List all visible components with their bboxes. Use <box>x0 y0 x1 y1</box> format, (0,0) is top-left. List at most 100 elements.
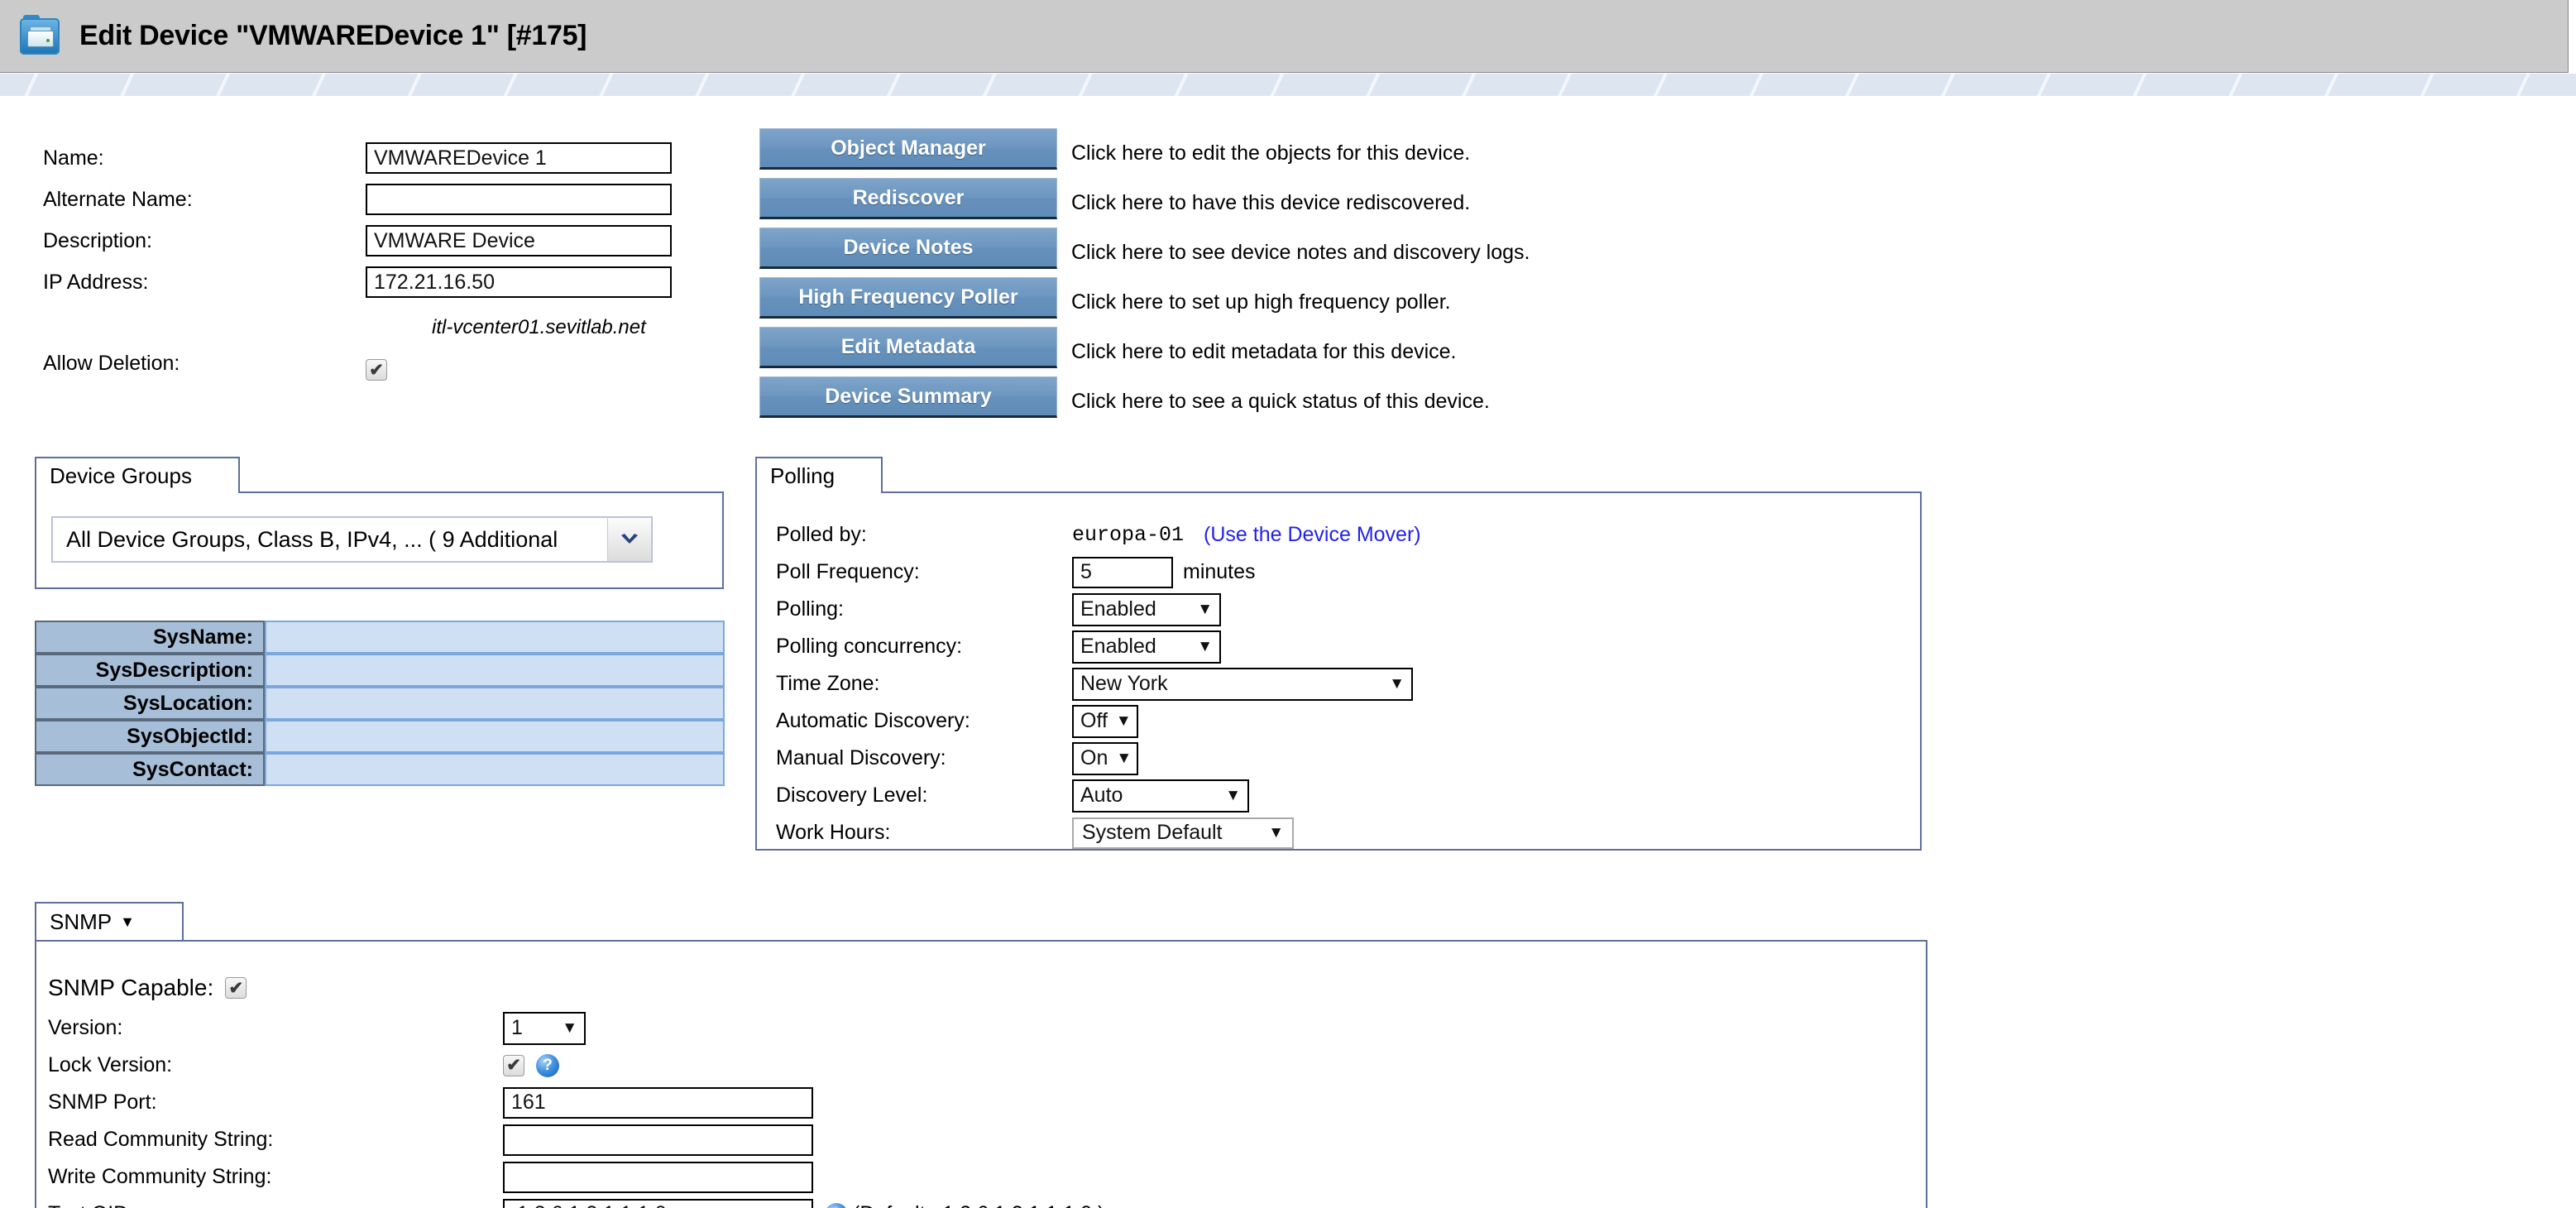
device-summary-button[interactable]: Device Summary <box>759 376 1057 418</box>
time-zone-select-value: New York <box>1080 672 1168 695</box>
automatic-discovery-select[interactable]: Off ▼ <box>1072 704 1138 738</box>
poll-frequency-input[interactable]: 5 <box>1072 556 1173 588</box>
ip-address-input[interactable]: 172.21.16.50 <box>366 266 672 298</box>
snmp-row-write-community: Write Community String: <box>48 1158 1104 1196</box>
device-mover-link[interactable]: (Use the Device Mover) <box>1204 523 1421 547</box>
snmp-row-port: SNMP Port: 161 <box>48 1084 1104 1121</box>
snmp-lock-version-checkbox[interactable]: ✔ <box>503 1054 524 1076</box>
manual-discovery-label: Manual Discovery: <box>776 746 946 769</box>
test-oid-default-note: (Default: .1.3.6.1.2.1.1.1.0 ) <box>853 1202 1104 1208</box>
snmp-row-lock-version: Lock Version: ✔ ? <box>48 1047 1104 1084</box>
polling-row-timezone: Time Zone: New York ▼ <box>776 665 1421 702</box>
rediscover-button[interactable]: Rediscover <box>759 178 1057 219</box>
snmp-row-test-oid: Test OID: .1.3.6.1.2.1.1.1.0 ? (Default:… <box>48 1196 1104 1208</box>
description-label: Description: <box>43 228 152 252</box>
polling-row-concurrency: Polling concurrency: Enabled ▼ <box>776 628 1421 665</box>
high-frequency-poller-description: Click here to set up high frequency poll… <box>1071 290 1451 314</box>
device-notes-description: Click here to see device notes and disco… <box>1071 240 1530 264</box>
device-summary-description: Click here to see a quick status of this… <box>1071 389 1490 413</box>
edit-metadata-description: Click here to edit metadata for this dev… <box>1071 339 1457 363</box>
ip-address-label: IP Address: <box>43 270 149 294</box>
snmp-capable-checkbox[interactable]: ✔ <box>225 977 247 999</box>
device-notes-button[interactable]: Device Notes <box>759 228 1057 269</box>
write-community-input[interactable] <box>503 1161 813 1193</box>
work-hours-label: Work Hours: <box>776 821 891 844</box>
alternate-name-input[interactable] <box>366 184 672 215</box>
device-groups-tab[interactable]: Device Groups <box>35 457 240 493</box>
allow-deletion-checkbox[interactable]: ✔ <box>366 359 387 381</box>
device-groups-selected-value: All Device Groups, Class B, IPv4, ... ( … <box>52 517 608 562</box>
table-row: SysName: <box>35 621 725 654</box>
window-titlebar: Edit Device "VMWAREDevice 1" [#175] <box>0 0 2569 73</box>
form-row-allow-deletion: Allow Deletion: ✔ <box>43 303 672 381</box>
form-row-alternate-name: Alternate Name: <box>43 179 672 220</box>
high-frequency-poller-button[interactable]: High Frequency Poller <box>759 277 1057 319</box>
polling-row-work-hours: Work Hours: System Default ▼ <box>776 814 1421 851</box>
syscontact-key: SysContact: <box>35 753 265 786</box>
form-row-description: Description: VMWARE Device <box>43 220 672 261</box>
polling-row-polling: Polling: Enabled ▼ <box>776 591 1421 628</box>
sysname-key: SysName: <box>35 621 265 654</box>
table-row: SysContact: <box>35 753 725 786</box>
polled-by-value: europa-01 <box>1072 523 1185 547</box>
snmp-row-capable: SNMP Capable: ✔ <box>48 966 1104 1009</box>
polling-select[interactable]: Enabled ▼ <box>1072 592 1221 626</box>
test-oid-label: Test OID: <box>48 1202 503 1208</box>
polling-concurrency-select-value: Enabled <box>1080 635 1156 658</box>
name-input[interactable]: VMWAREDevice 1 <box>366 142 672 174</box>
chevron-down-icon: ▼ <box>1389 675 1405 693</box>
chevron-down-icon: ▼ <box>1197 601 1213 618</box>
syslocation-key: SysLocation: <box>35 687 265 720</box>
table-row: SysDescription: <box>35 654 725 687</box>
polling-concurrency-select[interactable]: Enabled ▼ <box>1072 630 1221 664</box>
time-zone-select[interactable]: New York ▼ <box>1072 667 1413 701</box>
name-label: Name: <box>43 146 104 170</box>
sysobjectid-value <box>265 720 725 753</box>
snmp-row-version: Version: 1 ▼ <box>48 1009 1104 1047</box>
snmp-capable-label: SNMP Capable: <box>48 975 214 1000</box>
discovery-level-select[interactable]: Auto ▼ <box>1072 779 1249 813</box>
work-hours-select[interactable]: System Default ▼ <box>1072 817 1294 849</box>
sysdescription-value <box>265 654 725 687</box>
help-icon[interactable]: ? <box>536 1053 559 1077</box>
snmp-port-input[interactable]: 161 <box>503 1086 813 1119</box>
object-manager-button[interactable]: Object Manager <box>759 128 1057 170</box>
discovery-level-label: Discovery Level: <box>776 784 928 807</box>
device-action-buttons: Object Manager Rediscover Device Notes H… <box>759 128 1057 426</box>
decorative-banner-strip <box>0 74 2576 96</box>
polling-row-discovery-level: Discovery Level: Auto ▼ <box>776 777 1421 814</box>
chevron-down-icon: ▼ <box>1116 750 1132 767</box>
polling-row-frequency: Poll Frequency: 5 minutes <box>776 554 1421 591</box>
form-row-ip-address: IP Address: 172.21.16.50 <box>43 261 672 303</box>
chevron-down-icon[interactable] <box>608 517 652 562</box>
read-community-input[interactable] <box>503 1124 813 1156</box>
snmp-tab[interactable]: SNMP ▼ <box>35 902 184 940</box>
snmp-version-label: Version: <box>48 1016 123 1039</box>
alternate-name-label: Alternate Name: <box>43 187 193 211</box>
syslocation-value <box>265 687 725 720</box>
description-input[interactable]: VMWARE Device <box>366 225 672 256</box>
object-manager-description: Click here to edit the objects for this … <box>1071 141 1471 165</box>
automatic-discovery-label: Automatic Discovery: <box>776 709 970 732</box>
snmp-lock-version-label: Lock Version: <box>48 1053 173 1076</box>
device-basic-form: Name: VMWAREDevice 1 Alternate Name: Des… <box>43 137 672 381</box>
table-row: SysObjectId: <box>35 720 725 753</box>
polling-row-polled-by: Polled by: europa-01 (Use the Device Mov… <box>776 516 1421 554</box>
poll-frequency-label: Poll Frequency: <box>776 560 920 583</box>
polling-label: Polling: <box>776 597 844 621</box>
manual-discovery-select[interactable]: On ▼ <box>1072 741 1138 775</box>
device-groups-select[interactable]: All Device Groups, Class B, IPv4, ... ( … <box>51 516 653 563</box>
test-oid-input[interactable]: .1.3.6.1.2.1.1.1.0 <box>503 1198 813 1208</box>
discovery-level-select-value: Auto <box>1080 784 1123 807</box>
sysname-value <box>265 621 725 654</box>
polling-row-auto-discovery: Automatic Discovery: Off ▼ <box>776 702 1421 740</box>
polling-tab[interactable]: Polling <box>755 457 883 493</box>
polling-fields: Polled by: europa-01 (Use the Device Mov… <box>776 516 1421 851</box>
edit-metadata-button[interactable]: Edit Metadata <box>759 327 1057 368</box>
snmp-version-select[interactable]: 1 ▼ <box>503 1011 586 1045</box>
polling-row-manual-discovery: Manual Discovery: On ▼ <box>776 740 1421 777</box>
syscontact-value <box>265 753 725 786</box>
help-icon[interactable]: ? <box>825 1202 848 1208</box>
automatic-discovery-select-value: Off <box>1080 709 1108 732</box>
table-row: SysLocation: <box>35 687 725 720</box>
